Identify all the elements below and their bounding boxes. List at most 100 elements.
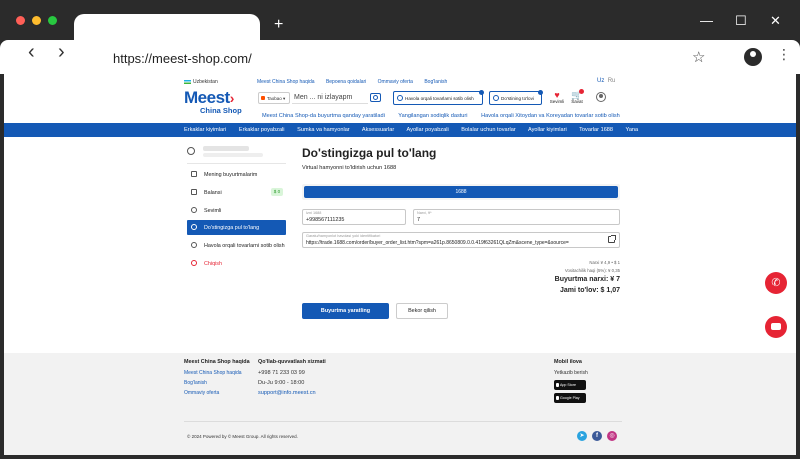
sidebar-item-label: Havola orqali tovarlarni sotib olish: [204, 243, 285, 249]
favorites-label: Sevimli: [549, 99, 565, 104]
order-link-label: Garatu/hamyonlot havolasi yoki identifik…: [306, 234, 381, 238]
support-phone[interactable]: +998 71 233 03 99: [258, 370, 326, 376]
summary-price-line: Narxi ¥ 4,9 • $ 1: [589, 260, 620, 265]
phone-call-button[interactable]: ✆: [765, 272, 787, 294]
top-link-offer[interactable]: Ommaviy oferta: [378, 79, 413, 85]
link-icon: [397, 95, 403, 101]
tab-1688[interactable]: 1688: [304, 186, 618, 198]
info-badge-icon: [479, 90, 484, 95]
category-item[interactable]: Bolalar uchun tovarlar: [461, 127, 515, 133]
google-play-badge[interactable]: Google Play: [554, 393, 586, 403]
box-icon: [191, 171, 197, 177]
cancel-button[interactable]: Bekor qilish: [396, 303, 448, 319]
cart-button[interactable]: 🛒 Savat: [569, 89, 585, 104]
logo[interactable]: Meest› China Shop: [184, 89, 248, 117]
footer-link-contact[interactable]: Bog'lanish: [184, 380, 250, 386]
users-icon: [493, 95, 499, 101]
forward-icon[interactable]: ›: [58, 42, 65, 62]
friend-pay-button[interactable]: Do'stining to'lovi: [489, 90, 543, 105]
instagram-icon[interactable]: ◎: [607, 431, 617, 441]
category-bar: Erkaklar kiyimlari Erkaklar poyabzali Su…: [4, 123, 796, 137]
favorites-button[interactable]: ♥ Sevimli: [547, 91, 567, 105]
support-email[interactable]: support@info.meest.cn: [258, 390, 326, 396]
amount-field[interactable]: Narxi, ¥* 7: [413, 209, 620, 225]
sidebar-item-label: Mening buyurtmalarim: [204, 172, 258, 178]
sidebar-item-pay-friend[interactable]: Do'stingizga pul to'lang: [187, 220, 286, 235]
minimize-icon[interactable]: —: [700, 14, 713, 27]
tab-bar: 1688: [302, 184, 620, 200]
close-window-dot[interactable]: [16, 16, 25, 25]
category-item[interactable]: Ayollar kiyimlari: [528, 127, 567, 133]
minimize-window-dot[interactable]: [32, 16, 41, 25]
category-item-more[interactable]: Yana: [626, 127, 639, 133]
phone-field[interactable]: Izni 1688 +998567111235: [302, 209, 406, 225]
sidebar-item-favorites[interactable]: Sevimli: [187, 203, 286, 218]
sidebar-item-label: Sevimli: [204, 208, 222, 214]
close-icon[interactable]: ✕: [770, 14, 781, 27]
facebook-icon[interactable]: f: [592, 431, 602, 441]
profile-icon[interactable]: [744, 48, 762, 66]
sub-link-how-to-order[interactable]: Meest China Shop-da buyurtma qanday yara…: [262, 113, 385, 119]
logo-subtitle: China Shop: [200, 106, 242, 115]
url-field[interactable]: https://meest-shop.com/: [113, 51, 252, 66]
footer-support: Qo'llab-quvvatlash xizmati +998 71 233 0…: [258, 359, 326, 400]
category-item[interactable]: Ayollar poyabzali: [407, 127, 449, 133]
browser-tab[interactable]: [74, 14, 260, 40]
app-store-badge[interactable]: App Store: [554, 380, 586, 390]
order-link-field[interactable]: Garatu/hamyonlot havolasi yoki identifik…: [302, 232, 620, 248]
search-input[interactable]: Men ... ni izlayapm: [292, 92, 368, 104]
shop-select-value: Taobao: [267, 96, 282, 101]
sidebar-item-label: Balansi: [204, 190, 222, 196]
phone-icon: ✆: [771, 277, 781, 289]
bookmark-star-icon[interactable]: ☆: [692, 48, 705, 66]
sidebar-item-label: Chiqish: [204, 261, 222, 267]
category-item[interactable]: Erkaklar kiyimlari: [184, 127, 226, 133]
category-item[interactable]: Erkaklar poyabzali: [239, 127, 285, 133]
balance-badge: $ 0: [271, 188, 283, 196]
create-order-button[interactable]: Buyurtma yaratling: [302, 303, 389, 319]
new-tab-button[interactable]: +: [274, 17, 283, 33]
support-hours: Du-Ju 9:00 - 18:00: [258, 380, 305, 386]
top-link-contact[interactable]: Bog'lanish: [424, 79, 447, 85]
address-bar-row: ‹ › https://meest-shop.com/ ☆ ⋮: [0, 40, 800, 74]
top-link-about[interactable]: Meest China Shop haqida: [257, 79, 315, 85]
external-link-icon[interactable]: [608, 235, 616, 243]
category-item[interactable]: Sumka va hamyonlar: [297, 127, 350, 133]
cart-label: Savat: [571, 99, 583, 104]
sidebar-divider: [187, 163, 286, 164]
sidebar-item-balance[interactable]: Balansi $ 0: [187, 185, 286, 200]
region-label: Uzbekistan: [193, 79, 218, 85]
maximize-window-dot[interactable]: [48, 16, 57, 25]
user-avatar-icon[interactable]: [596, 92, 606, 102]
footer-link-about[interactable]: Meest China Shop haqida: [184, 370, 250, 376]
category-item[interactable]: Tovarlar 1688: [579, 127, 613, 133]
footer-link-offer[interactable]: Ommaviy oferta: [184, 390, 250, 396]
sub-link-loyalty[interactable]: Yangilangan sodiqlik dasturi: [398, 113, 467, 119]
total-payment: Jami to'lov: $ 1,07: [559, 287, 620, 294]
copyright: © 2024 Powered by © Meest Group. All rig…: [187, 434, 298, 439]
maximize-icon[interactable]: ☐: [735, 14, 747, 27]
sidebar-item-link-buy[interactable]: Havola orqali tovarlarni sotib olish: [187, 238, 286, 253]
top-link-rules[interactable]: Bepoena qoidalari: [326, 79, 366, 85]
uz-flag-icon: [184, 79, 191, 84]
lang-ru[interactable]: Ru: [608, 78, 616, 84]
sub-link-link-buy[interactable]: Havola orqali Xitoydan va Koreyadan tova…: [481, 113, 620, 119]
phone-field-label: Izni 1688: [306, 211, 322, 215]
region-selector[interactable]: Uzbekistan: [184, 79, 218, 85]
browser-menu-icon[interactable]: ⋮: [777, 47, 791, 61]
back-icon[interactable]: ‹: [28, 42, 35, 62]
link-buy-button[interactable]: Havola orqali tovarlarni sotib olish: [393, 90, 484, 105]
wallet-icon: [191, 189, 197, 195]
user-icon: [187, 147, 195, 155]
category-item[interactable]: Aksessuarlar: [362, 127, 394, 133]
sidebar-item-orders[interactable]: Mening buyurtmalarim: [187, 167, 286, 182]
order-link-value: https://trade.1688.com/order/buyer_order…: [306, 240, 569, 246]
camera-search-icon[interactable]: [370, 93, 381, 102]
shop-select[interactable]: Taobao ▾: [258, 92, 290, 104]
footer: Meest China Shop haqida Meest China Shop…: [4, 353, 796, 455]
sidebar-item-logout[interactable]: Chiqish: [187, 256, 286, 271]
telegram-icon[interactable]: ➤: [577, 431, 587, 441]
chat-button[interactable]: [765, 316, 787, 338]
order-price: Buyurtma narxi: ¥ 7: [554, 276, 620, 283]
lang-uz[interactable]: Uz: [597, 78, 604, 84]
